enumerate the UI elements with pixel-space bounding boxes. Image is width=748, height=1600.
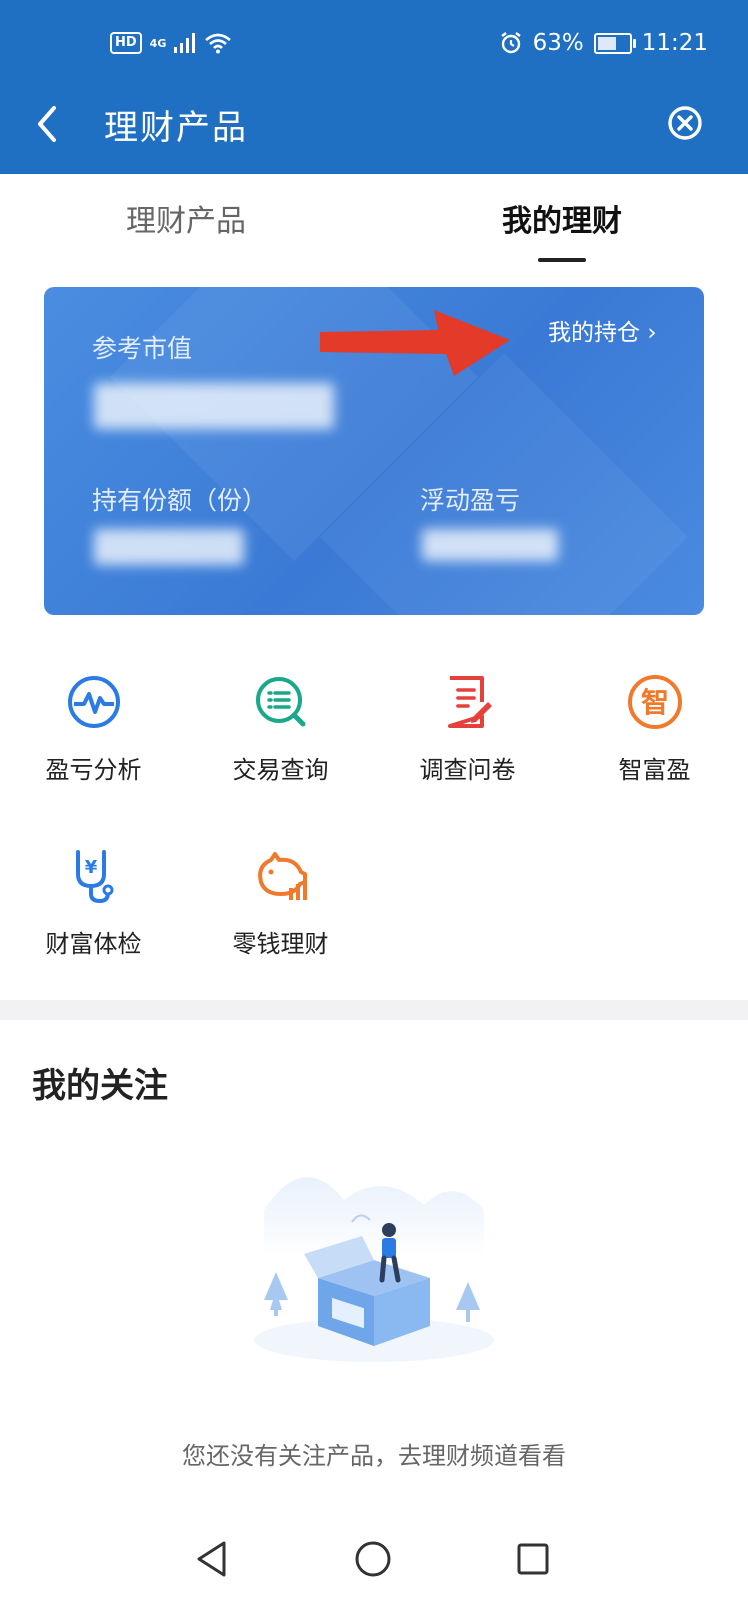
page-title: 理财产品 bbox=[104, 108, 248, 148]
shortcut-label: 调查问卷 bbox=[419, 756, 516, 784]
tab-my-wealth[interactable]: 我的理财 bbox=[452, 196, 672, 240]
market-value-label: 参考市值 bbox=[92, 334, 193, 363]
survey-icon bbox=[447, 676, 492, 728]
chevron-left-icon bbox=[38, 106, 56, 142]
shortcut-pnl-analysis[interactable]: 盈亏分析 bbox=[0, 672, 187, 785]
nav-home-icon[interactable] bbox=[354, 1540, 392, 1578]
signal-icon bbox=[174, 33, 196, 53]
close-button[interactable] bbox=[666, 104, 704, 142]
search-list-icon bbox=[255, 677, 305, 727]
piggy-bank-icon bbox=[257, 852, 307, 900]
tab-products[interactable]: 理财产品 bbox=[76, 196, 296, 240]
pulse-icon bbox=[67, 676, 120, 728]
hd-badge: HD bbox=[110, 32, 142, 54]
nav-back-icon[interactable] bbox=[194, 1540, 230, 1578]
alarm-icon bbox=[500, 32, 521, 54]
network-type: 4G bbox=[149, 36, 167, 50]
shortcut-trade-query[interactable]: 交易查询 bbox=[187, 672, 374, 785]
status-bar-left: HD 4G bbox=[110, 28, 232, 58]
back-button[interactable] bbox=[30, 100, 70, 150]
shortcut-survey[interactable]: 调查问卷 bbox=[374, 672, 561, 785]
battery-percent: 63% bbox=[532, 30, 584, 56]
section-divider bbox=[0, 1000, 748, 1020]
stethoscope-icon: ¥ bbox=[75, 850, 113, 904]
shortcut-label: 财富体检 bbox=[45, 930, 142, 958]
svg-text:¥: ¥ bbox=[84, 857, 97, 878]
shortcut-label: 交易查询 bbox=[232, 756, 329, 784]
shortcut-label: 盈亏分析 bbox=[45, 756, 142, 784]
annotation-arrow-icon bbox=[320, 310, 510, 376]
shortcut-wealth-checkup[interactable]: ¥ 财富体检 bbox=[0, 846, 187, 959]
clock: 11:21 bbox=[641, 30, 708, 56]
shortcut-label: 零钱理财 bbox=[232, 930, 329, 958]
my-holdings-label: 我的持仓 bbox=[548, 320, 640, 346]
empty-state-message: 您还没有关注产品，去理财频道看看 bbox=[182, 1442, 566, 1470]
shortcut-label: 智富盈 bbox=[618, 756, 691, 784]
zhi-badge-icon: 智 bbox=[627, 675, 682, 729]
shares-amount-redacted bbox=[94, 529, 244, 565]
battery-icon bbox=[593, 32, 636, 54]
status-bar-right: 63% 11:21 bbox=[499, 26, 708, 60]
market-value-amount-redacted bbox=[94, 383, 334, 429]
nav-recents-icon[interactable] bbox=[516, 1542, 550, 1576]
shortcut-pocket-money[interactable]: 零钱理财 bbox=[187, 846, 374, 959]
floating-pnl-redacted bbox=[422, 529, 558, 561]
floating-pnl-label: 浮动盈亏 bbox=[420, 486, 521, 515]
close-circle-icon bbox=[668, 106, 702, 140]
shares-label: 持有份额（份） bbox=[92, 486, 268, 515]
my-holdings-link[interactable]: 我的持仓 › bbox=[548, 313, 657, 347]
svg-text:智: 智 bbox=[640, 686, 668, 719]
chevron-right-icon: › bbox=[647, 320, 657, 346]
empty-state-illustration bbox=[254, 1177, 494, 1362]
active-tab-indicator bbox=[538, 258, 586, 262]
wifi-icon bbox=[205, 33, 232, 54]
shortcut-zhifuying[interactable]: 智 智富盈 bbox=[561, 672, 748, 785]
favorites-title: 我的关注 bbox=[32, 1066, 168, 1106]
